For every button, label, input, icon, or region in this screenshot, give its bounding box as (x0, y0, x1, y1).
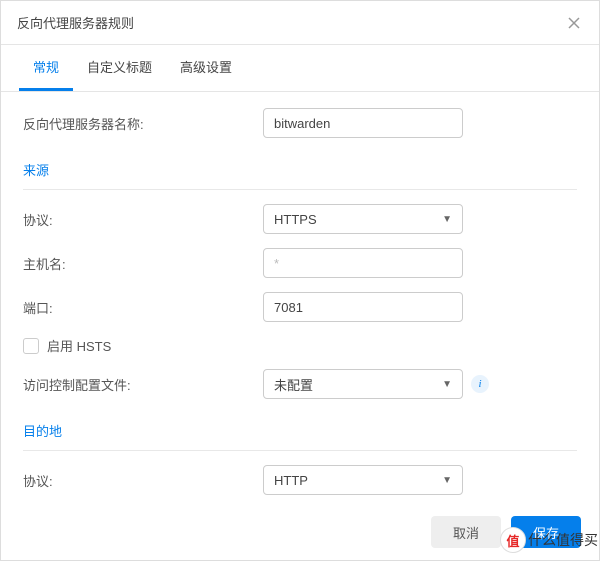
tab-bar: 常规 自定义标题 高级设置 (1, 45, 599, 92)
source-host-label: 主机名: (23, 254, 263, 273)
reverse-proxy-dialog: 反向代理服务器规则 常规 自定义标题 高级设置 反向代理服务器名称: 来源 协议… (0, 0, 600, 561)
access-profile-select[interactable]: 未配置 ▼ (263, 369, 463, 399)
row-name: 反向代理服务器名称: (23, 108, 577, 138)
dest-protocol-select[interactable]: HTTP ▼ (263, 465, 463, 495)
tab-advanced[interactable]: 高级设置 (166, 45, 246, 91)
source-protocol-select[interactable]: HTTPS ▼ (263, 204, 463, 234)
source-port-label: 端口: (23, 298, 263, 317)
caret-down-icon: ▼ (442, 379, 452, 390)
caret-down-icon: ▼ (442, 214, 452, 225)
dest-protocol-value: HTTP (274, 473, 308, 488)
close-icon[interactable] (565, 14, 583, 32)
form-content: 反向代理服务器名称: 来源 协议: HTTPS ▼ 主机名: 端口: (1, 92, 599, 504)
info-icon[interactable]: i (471, 375, 489, 393)
name-input[interactable] (263, 108, 463, 138)
source-protocol-value: HTTPS (274, 212, 317, 227)
hsts-checkbox[interactable] (23, 338, 39, 354)
row-source-host: 主机名: (23, 248, 577, 278)
row-hsts: 启用 HSTS (23, 336, 577, 355)
source-protocol-label: 协议: (23, 210, 263, 229)
source-host-input[interactable] (263, 248, 463, 278)
source-heading: 来源 (23, 152, 577, 190)
row-access-profile: 访问控制配置文件: 未配置 ▼ i (23, 369, 577, 399)
dest-heading: 目的地 (23, 413, 577, 451)
tab-custom-header[interactable]: 自定义标题 (73, 45, 166, 91)
row-source-port: 端口: (23, 292, 577, 322)
hsts-label: 启用 HSTS (47, 336, 111, 355)
source-port-input[interactable] (263, 292, 463, 322)
access-label: 访问控制配置文件: (23, 375, 263, 394)
cancel-button[interactable]: 取消 (431, 516, 501, 548)
name-label: 反向代理服务器名称: (23, 114, 263, 133)
access-profile-value: 未配置 (274, 375, 313, 394)
dialog-footer: 取消 保存 (1, 504, 599, 560)
row-source-protocol: 协议: HTTPS ▼ (23, 204, 577, 234)
row-dest-protocol: 协议: HTTP ▼ (23, 465, 577, 495)
title-bar: 反向代理服务器规则 (1, 1, 599, 45)
dialog-title: 反向代理服务器规则 (17, 13, 134, 32)
caret-down-icon: ▼ (442, 475, 452, 486)
save-button[interactable]: 保存 (511, 516, 581, 548)
tab-general[interactable]: 常规 (19, 45, 73, 91)
dest-protocol-label: 协议: (23, 471, 263, 490)
